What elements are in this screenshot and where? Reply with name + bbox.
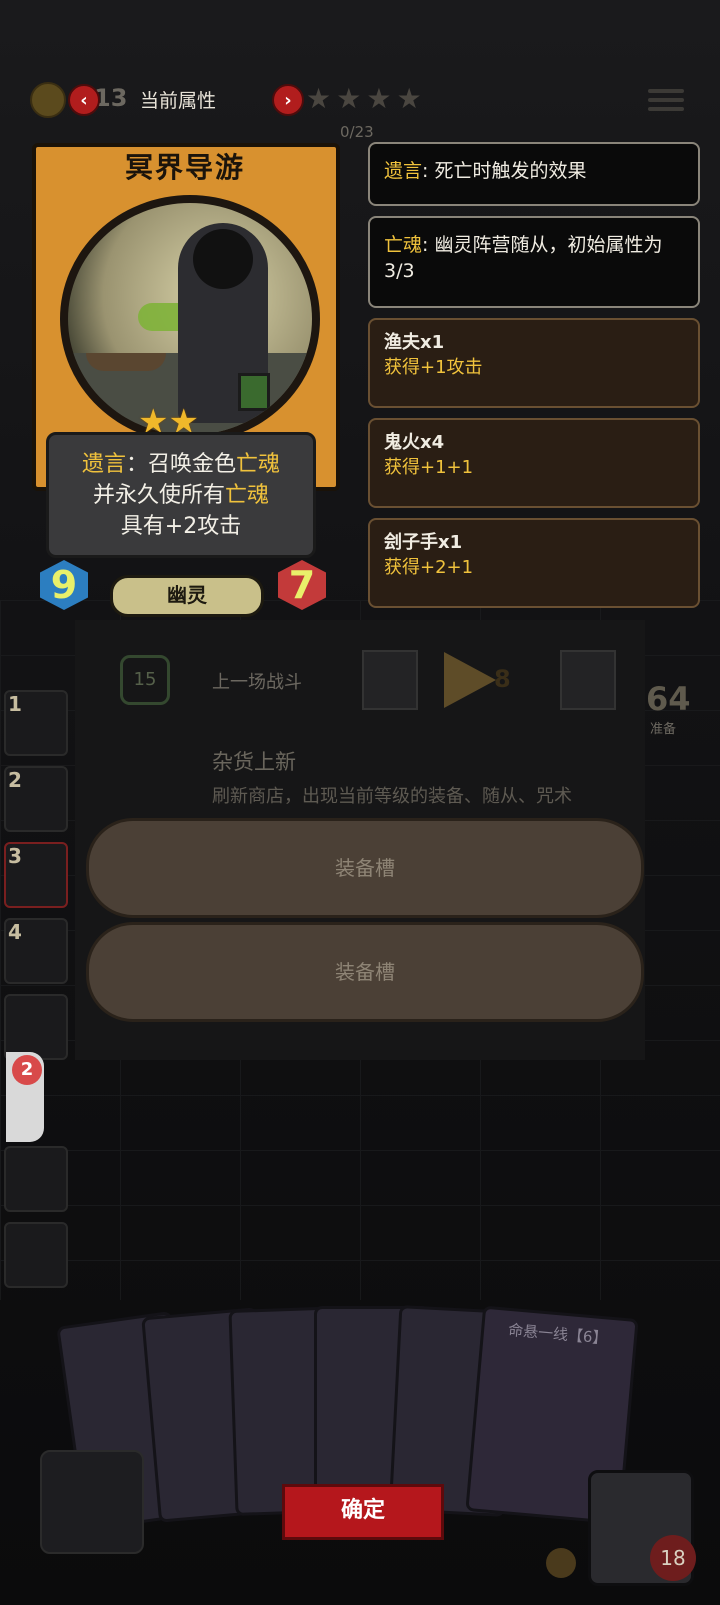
sidebar-number: 3 <box>8 844 22 868</box>
arrow-value: 8 <box>494 665 511 693</box>
ally-portrait <box>560 650 616 710</box>
desc-text: ：召唤金色 <box>125 452 236 477</box>
round-badge: 15 <box>120 655 170 705</box>
keyword-soul: 亡魂 <box>225 483 270 508</box>
desc-line-1: 遗言：召唤金色亡魂 <box>49 449 313 480</box>
sidebar-item-1[interactable]: 1 <box>4 690 68 756</box>
star-icon: ★ <box>366 82 392 115</box>
bell-icon[interactable] <box>546 1548 576 1578</box>
info-text: : 幽灵阵营随从，初始属性为3/3 <box>384 234 663 282</box>
info-keyword: 亡魂 <box>384 234 423 256</box>
info-text: : 死亡时触发的效果 <box>422 160 587 182</box>
tribe-label: 幽灵 <box>110 575 264 617</box>
sidebar-item-3[interactable]: 3 <box>4 842 68 908</box>
keyword-soul: 亡魂 <box>236 452 281 477</box>
info-keyword: 遗言 <box>384 160 423 182</box>
sidebar-item-2[interactable]: 2 <box>4 766 68 832</box>
sidebar-item-6[interactable] <box>4 1146 68 1212</box>
buff-detail: 获得+1+1 <box>384 457 474 478</box>
gold-label: 准备 <box>650 722 677 737</box>
player-portrait <box>40 1450 144 1554</box>
hero-hp: 18 <box>650 1535 696 1581</box>
notification-badge: 2 <box>12 1055 42 1085</box>
sidebar-number: 1 <box>8 692 22 716</box>
arrow-icon <box>444 652 496 708</box>
keyword-deathrattle: 遗言 <box>81 452 126 477</box>
card-description: 遗言：召唤金色亡魂 并永久使所有亡魂 具有+2攻击 <box>46 432 316 558</box>
hood <box>193 229 253 289</box>
buff-item: 渔夫x1 获得+1攻击 <box>368 318 700 408</box>
sidebar-number: 4 <box>8 920 22 944</box>
confirm-button[interactable]: 确定 <box>282 1484 444 1540</box>
keyword-info-soul: 亡魂: 幽灵阵营随从，初始属性为3/3 <box>368 216 700 308</box>
sidebar-item-5[interactable] <box>4 994 68 1060</box>
lantern-icon <box>238 373 270 411</box>
shop-desc: 刷新商店，出现当前等级的装备、随从、咒术 <box>212 786 572 807</box>
buff-item: 刽子手x1 获得+2+1 <box>368 518 700 608</box>
buff-item: 鬼火x4 获得+1+1 <box>368 418 700 508</box>
buff-detail: 获得+1攻击 <box>384 357 483 378</box>
star-icon: ★ <box>336 82 362 115</box>
boat-icon <box>86 353 166 371</box>
equipment-slot-1[interactable]: 装备槽 <box>86 818 644 918</box>
star-icon: ★ <box>396 82 422 115</box>
desc-text: 并永久使所有 <box>92 483 225 508</box>
gold-value: 64 <box>646 680 691 718</box>
hand-card-title: 命悬一线【6】 <box>507 1320 609 1348</box>
card-name: 冥界导游 <box>124 151 245 184</box>
star-icon: ★ <box>306 82 332 115</box>
sidebar-number: 2 <box>8 768 22 792</box>
buff-title: 渔夫x1 <box>384 332 445 353</box>
desc-line-2: 并永久使所有亡魂 <box>49 480 313 511</box>
shop-title: 杂货上新 <box>212 750 296 774</box>
progress-text: 0/23 <box>340 123 374 141</box>
keyword-info-deathrattle: 遗言: 死亡时触发的效果 <box>368 142 700 206</box>
sidebar-item-4[interactable]: 4 <box>4 918 68 984</box>
page-title: 当前属性 <box>140 90 217 112</box>
buff-title: 刽子手x1 <box>384 532 463 553</box>
next-button[interactable]: › <box>272 84 304 116</box>
sidebar-item-7[interactable] <box>4 1222 68 1288</box>
equipment-slot-2[interactable]: 装备槽 <box>86 922 644 1022</box>
buff-title: 鬼火x4 <box>384 432 445 453</box>
buff-detail: 获得+2+1 <box>384 557 474 578</box>
desc-line-3: 具有+2攻击 <box>120 514 242 539</box>
enemy-portrait <box>362 650 418 710</box>
menu-icon[interactable] <box>648 84 684 118</box>
rating-stars: ★ ★ ★ ★ <box>306 82 422 115</box>
prev-button[interactable]: ‹ <box>68 84 100 116</box>
last-battle-label: 上一场战斗 <box>212 672 302 693</box>
coin-icon <box>30 82 66 118</box>
